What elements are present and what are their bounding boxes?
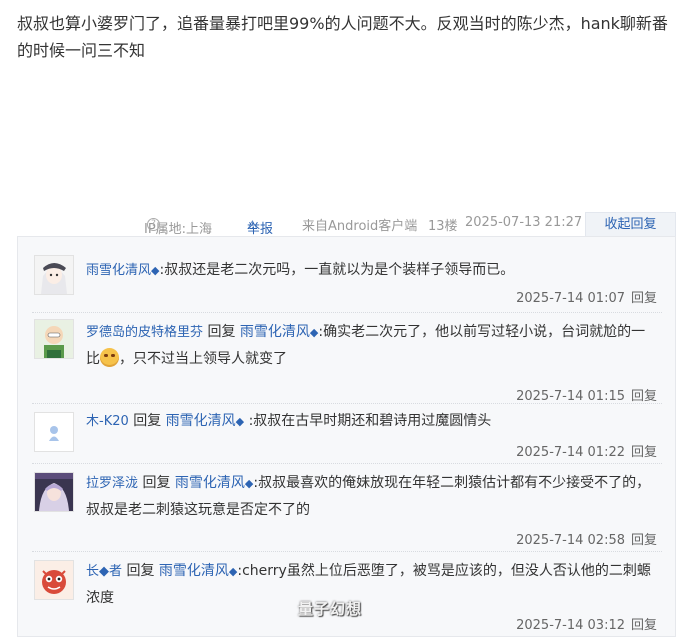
reply-content: 拉罗泽泷 回复 雨雪化清风◆:叔叔最喜欢的俺妹放现在年轻二刺猿估计都有不少接受不…	[86, 470, 658, 523]
anime-girl-avatar[interactable]	[34, 255, 74, 295]
reply-button[interactable]: 回复	[631, 291, 657, 306]
reply-time: 2025-7-14 03:12	[516, 618, 625, 633]
collapse-replies-button[interactable]: 收起回复	[585, 212, 676, 236]
reply-text: :叔叔还是老二次元吗，一直就以为是个装样子领导而已。	[159, 262, 515, 278]
angry-face-emoji-icon	[100, 348, 119, 367]
reply-text: :叔叔最喜欢的俺妹放现在年轻二刺猿估计都有不少接受不了的，叔叔是老二刺猿这玩意是…	[86, 475, 651, 518]
reply-time: 2025-7-14 01:15	[516, 389, 625, 404]
divider	[32, 551, 662, 552]
reply-footer: 2025-7-14 01:22 回复	[516, 441, 657, 460]
divider	[32, 403, 662, 404]
reply-content: 罗德岛的皮特格里芬 回复 雨雪化清风◆:确实老二次元了，他以前写过轻小说，台词就…	[86, 319, 658, 372]
reply-username[interactable]: 雨雪化清风	[86, 263, 151, 278]
reply-button[interactable]: 回复	[631, 618, 657, 633]
post-content: 叔叔也算小婆罗门了，追番量暴打吧里99%的人问题不大。反观当时的陈少杰，hank…	[17, 14, 668, 60]
reply-target-user[interactable]: 雨雪化清风	[240, 324, 310, 340]
reply-footer: 2025-7-14 02:58 回复	[516, 529, 657, 548]
divider	[32, 463, 662, 464]
watermark: 量子幻想	[298, 600, 363, 618]
reply-prefix: 回复	[142, 475, 171, 491]
post-time: 2025-07-13 21:27	[465, 215, 583, 230]
reply-prefix: 回复	[207, 324, 236, 340]
reply-username[interactable]: 木-K20	[86, 414, 129, 429]
divider	[32, 312, 662, 313]
reply-username[interactable]: 拉罗泽泷	[86, 476, 138, 491]
reply-button[interactable]: 回复	[631, 389, 657, 404]
reply-button[interactable]: 回复	[631, 445, 657, 460]
reply-footer: 2025-7-14 01:07 回复	[516, 287, 657, 306]
client-source: 来自Android客户端	[302, 219, 418, 234]
reply-username[interactable]: 罗德岛的皮特格里芬	[86, 325, 203, 340]
reply-button[interactable]: 回复	[631, 533, 657, 548]
reply-prefix: 回复	[133, 413, 162, 429]
reply-prefix: 回复	[126, 563, 155, 579]
reply-target-user[interactable]: 雨雪化清风	[175, 475, 245, 491]
small-figure-avatar[interactable]	[34, 412, 74, 452]
reply-footer: 2025-7-14 01:15 回复	[516, 385, 657, 404]
reply-target-user[interactable]: 雨雪化清风	[166, 413, 236, 429]
reply-list: 雨雪化清风◆:叔叔还是老二次元吗，一直就以为是个装样子领导而已。 2025-7-…	[17, 236, 676, 637]
reply-time: 2025-7-14 01:07	[516, 291, 625, 306]
red-creature-avatar[interactable]	[34, 560, 74, 600]
floor-number: 13楼	[428, 219, 458, 234]
reply-content: 木-K20 回复 雨雪化清风◆ :叔叔在古早时期还和碧诗用过魔圆情头	[86, 408, 658, 435]
help-icon[interactable]: ?	[147, 218, 160, 231]
cartoon-avatar[interactable]	[34, 319, 74, 359]
reply-content: 雨雪化清风◆:叔叔还是老二次元吗，一直就以为是个装样子领导而已。	[86, 257, 658, 284]
reply-time: 2025-7-14 02:58	[516, 533, 625, 548]
reply-text-cont: ，只不过当上领导人就变了	[119, 351, 287, 367]
anime-character-avatar[interactable]	[34, 472, 74, 512]
reply-username[interactable]: 长◆者	[86, 564, 122, 579]
reply-time: 2025-7-14 01:22	[516, 445, 625, 460]
reply-footer: 2025-7-14 03:12 回复	[516, 614, 657, 633]
reply-content: 长◆者 回复 雨雪化清风◆:cherry虽然上位后恶堕了，被骂是应该的，但没人否…	[86, 558, 658, 611]
reply-text: :叔叔在古早时期还和碧诗用过魔圆情头	[248, 413, 492, 429]
diamond-icon: ◆	[235, 415, 245, 428]
reply-target-user[interactable]: 雨雪化清风	[159, 563, 229, 579]
